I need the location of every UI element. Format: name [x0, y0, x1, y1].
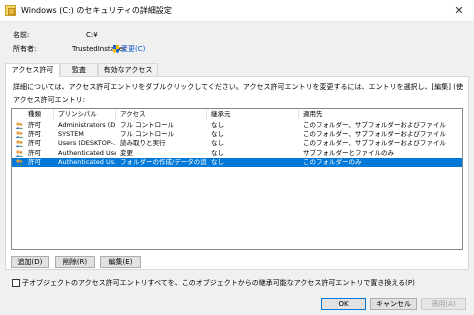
owner-label: 所有者: — [13, 45, 37, 53]
name-value: C:¥ — [86, 31, 98, 39]
cell-principal: Administrators (D... — [58, 121, 116, 129]
cell-type: 許可 — [28, 130, 41, 139]
window-title: Windows (C:) のセキュリティの詳細設定 — [21, 6, 172, 15]
table-row[interactable]: 許可 Administrators (D... フル コントロール なし このフォルダー… — [12, 121, 462, 130]
cell-access: 変更 — [120, 148, 133, 157]
table-row[interactable]: 許可 Users (DESKTOP-... 読み取りと実行 なし このフォルダー、サブフ… — [12, 139, 462, 148]
cell-principal: Authenticated Us... — [58, 157, 116, 166]
cell-access: フル コントロール — [120, 130, 175, 139]
cell-access: フル コントロール — [120, 121, 175, 129]
shield-icon — [113, 45, 119, 53]
description-text: 詳細については、アクセス許可エントリをダブルクリックしてください。アクセス許可エ… — [13, 83, 463, 91]
replace-permissions-label: 子オブジェクトのアクセス許可エントリすべてを、このオブジェクトからの継承可能なア… — [22, 279, 415, 287]
cell-applies-to: このフォルダー、サブフォルダーおよびファイル — [303, 139, 446, 148]
change-owner-link[interactable]: 変更(C) — [121, 45, 145, 54]
remove-button[interactable]: 削除(R) — [55, 256, 95, 268]
user-icon — [15, 140, 23, 148]
folder-lock-icon — [5, 5, 16, 16]
column-principal[interactable]: プリンシパル — [54, 109, 116, 120]
cell-principal: Users (DESKTOP-... — [58, 139, 116, 148]
cell-inherited: なし — [211, 130, 224, 139]
cell-type: 許可 — [28, 139, 41, 148]
name-label: 名前: — [13, 31, 30, 39]
cell-inherited: なし — [211, 121, 224, 129]
cell-inherited: なし — [211, 139, 224, 148]
user-icon — [15, 122, 23, 129]
entries-label: アクセス許可エントリ: — [13, 96, 86, 104]
cell-inherited: なし — [211, 157, 224, 166]
apply-button[interactable]: 適用(A) — [421, 298, 466, 310]
tab-auditing[interactable]: 監査 — [60, 63, 98, 76]
table-row[interactable]: 許可 SYSTEM フル コントロール なし このフォルダー、サブフォルダーおよびファイ… — [12, 130, 462, 139]
cell-type: 許可 — [28, 148, 41, 157]
close-button[interactable]: ✕ — [444, 0, 474, 21]
table-row[interactable]: 許可 Authenticated Us... フォルダーの作成/データの追加 なし この… — [12, 157, 462, 167]
cell-applies-to: このフォルダー、サブフォルダーおよびファイル — [303, 130, 446, 139]
column-inherited[interactable]: 継承元 — [207, 109, 299, 120]
user-icon — [15, 159, 23, 166]
list-header: 種類 プリンシパル アクセス 継承元 適用先 — [12, 109, 462, 120]
permission-entries-list[interactable]: 種類 プリンシパル アクセス 継承元 適用先 許可 Administrators … — [11, 108, 463, 250]
cell-principal: SYSTEM — [58, 130, 84, 139]
cell-access: 読み取りと実行 — [120, 139, 166, 148]
cell-principal: Authenticated Use... — [58, 148, 116, 157]
column-type[interactable]: 種類 — [24, 109, 54, 120]
user-icon — [15, 149, 23, 157]
edit-button[interactable]: 編集(E) — [100, 256, 141, 268]
cell-access: フォルダーの作成/データの追加 — [120, 157, 207, 166]
replace-permissions-checkbox[interactable] — [12, 279, 20, 287]
add-button[interactable]: 追加(D) — [11, 256, 49, 268]
tab-permissions[interactable]: アクセス許可 — [5, 63, 60, 77]
ok-button[interactable]: OK — [321, 298, 366, 310]
column-applies-to[interactable]: 適用先 — [299, 109, 462, 120]
cell-type: 許可 — [28, 121, 41, 129]
cell-applies-to: このフォルダー、サブフォルダーおよびファイル — [303, 121, 446, 129]
column-access[interactable]: アクセス — [116, 109, 207, 120]
cell-type: 許可 — [28, 157, 41, 166]
table-row[interactable]: 許可 Authenticated Use... 変更 なし サブフォルダーとファイルのみ — [12, 149, 462, 158]
cell-applies-to: サブフォルダーとファイルのみ — [303, 148, 394, 157]
user-icon — [15, 131, 23, 139]
cell-applies-to: このフォルダーのみ — [303, 157, 362, 166]
tab-effective-access[interactable]: 有効なアクセス — [98, 63, 158, 76]
title-bar: Windows (C:) のセキュリティの詳細設定 ✕ — [0, 0, 474, 22]
cancel-button[interactable]: キャンセル — [370, 298, 417, 310]
cell-inherited: なし — [211, 148, 224, 157]
